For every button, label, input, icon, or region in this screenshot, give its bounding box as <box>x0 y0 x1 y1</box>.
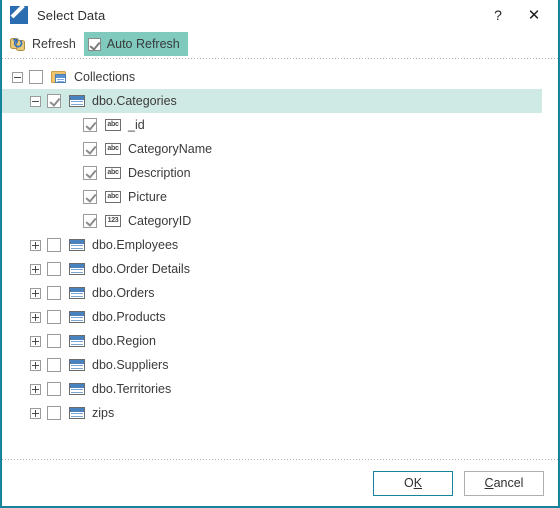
tree-row-label: dbo.Categories <box>92 94 177 108</box>
table-icon <box>69 310 85 324</box>
tree-row-label: dbo.Employees <box>92 238 179 252</box>
tree-row-label: Collections <box>74 70 136 84</box>
tree-row-label: CategoryID <box>128 214 192 228</box>
tree-row-label: _id <box>128 118 145 132</box>
select-data-icon <box>10 6 28 24</box>
ok-button-label: OK <box>403 476 423 490</box>
field-text-icon: abc <box>105 143 121 155</box>
checkbox-icon[interactable] <box>47 310 61 324</box>
checkbox-icon[interactable] <box>83 214 97 228</box>
collapse-icon[interactable] <box>12 71 23 83</box>
cancel-button[interactable]: Cancel <box>464 470 544 496</box>
checkbox-icon[interactable] <box>47 262 61 276</box>
folder-collections-icon <box>51 70 67 84</box>
expand-icon[interactable] <box>30 311 41 323</box>
tree-row[interactable]: Collections <box>2 65 558 89</box>
tree-row-label: dbo.Region <box>92 334 156 348</box>
ok-button[interactable]: OK <box>373 470 453 496</box>
collections-tree[interactable]: Collections dbo.Categories abc _id abc Catego… <box>2 59 558 459</box>
table-icon <box>69 406 85 420</box>
auto-refresh-toggle[interactable]: Auto Refresh <box>83 32 188 56</box>
expand-icon[interactable] <box>30 407 41 419</box>
table-icon <box>69 262 85 276</box>
tree-row[interactable]: zips <box>2 401 558 425</box>
tree-row-label: dbo.Territories <box>92 382 172 396</box>
window-title: Select Data <box>37 7 106 23</box>
tree-row-label: Picture <box>128 190 167 204</box>
tree-row-label: dbo.Order Details <box>92 262 190 276</box>
tree-row-label: zips <box>92 406 115 420</box>
refresh-icon: ↻ <box>10 36 26 52</box>
expand-icon[interactable] <box>30 239 41 251</box>
refresh-button-label: Refresh <box>32 37 76 51</box>
tree-row[interactable]: dbo.Order Details <box>2 257 558 281</box>
tree-row-label: Description <box>128 166 191 180</box>
field-number-icon: 123 <box>105 215 121 227</box>
tree-row[interactable]: abc _id <box>2 113 558 137</box>
table-icon <box>69 286 85 300</box>
checkbox-icon[interactable] <box>47 406 61 420</box>
tree-row[interactable]: dbo.Territories <box>2 377 558 401</box>
field-text-icon: abc <box>105 167 121 179</box>
collapse-icon[interactable] <box>30 95 41 107</box>
table-icon <box>69 334 85 348</box>
checkbox-icon[interactable] <box>29 70 43 84</box>
table-icon <box>69 358 85 372</box>
checkbox-icon[interactable] <box>83 166 97 180</box>
checkbox-icon[interactable] <box>83 190 97 204</box>
toolbar: ↻ Refresh Auto Refresh <box>2 30 558 58</box>
expand-icon[interactable] <box>30 335 41 347</box>
checkbox-icon[interactable] <box>47 382 61 396</box>
checkbox-icon <box>87 37 101 51</box>
tree-row[interactable]: dbo.Suppliers <box>2 353 558 377</box>
tree-row-label: dbo.Suppliers <box>92 358 169 372</box>
dialog-footer: OK Cancel <box>2 460 558 506</box>
expand-icon[interactable] <box>30 359 41 371</box>
checkbox-icon[interactable] <box>47 334 61 348</box>
expand-icon[interactable] <box>30 263 41 275</box>
tree-row[interactable]: 123 CategoryID <box>2 209 558 233</box>
table-icon <box>69 382 85 396</box>
close-icon[interactable]: ✕ <box>516 0 552 30</box>
checkbox-icon[interactable] <box>83 142 97 156</box>
title-bar: Select Data ? ✕ <box>2 0 558 30</box>
tree-row[interactable]: abc Picture <box>2 185 558 209</box>
tree-row[interactable]: abc Description <box>2 161 558 185</box>
tree-row-label: dbo.Products <box>92 310 166 324</box>
tree-row-label: dbo.Orders <box>92 286 155 300</box>
expand-icon[interactable] <box>30 383 41 395</box>
window-controls: ? ✕ <box>480 0 558 30</box>
field-text-icon: abc <box>105 119 121 131</box>
tree-row-label: CategoryName <box>128 142 213 156</box>
expand-icon[interactable] <box>30 287 41 299</box>
checkbox-icon[interactable] <box>47 238 61 252</box>
checkbox-icon[interactable] <box>47 358 61 372</box>
tree-row[interactable]: dbo.Region <box>2 329 558 353</box>
tree-row[interactable]: abc CategoryName <box>2 137 558 161</box>
help-icon[interactable]: ? <box>480 0 516 30</box>
tree-row[interactable]: dbo.Products <box>2 305 558 329</box>
table-icon <box>69 238 85 252</box>
checkbox-icon[interactable] <box>47 286 61 300</box>
cancel-button-label: Cancel <box>484 476 524 490</box>
field-text-icon: abc <box>105 191 121 203</box>
refresh-button[interactable]: ↻ Refresh <box>6 32 84 56</box>
tree-row[interactable]: dbo.Orders <box>2 281 558 305</box>
table-icon <box>69 94 85 108</box>
auto-refresh-label: Auto Refresh <box>106 37 180 51</box>
checkbox-icon[interactable] <box>47 94 61 108</box>
tree-row[interactable]: dbo.Categories <box>2 89 542 113</box>
tree-row[interactable]: dbo.Employees <box>2 233 558 257</box>
select-data-dialog: Select Data ? ✕ ↻ Refresh Auto Refresh C… <box>0 0 560 508</box>
checkbox-icon[interactable] <box>83 118 97 132</box>
